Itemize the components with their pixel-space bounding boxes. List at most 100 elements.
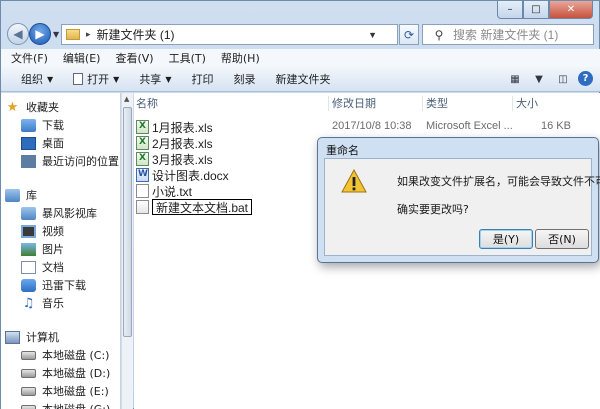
menu-help[interactable]: 帮助(H) — [221, 50, 260, 66]
nav-item-label: 本地磁盘 (D:) — [42, 367, 111, 380]
new-folder-button[interactable]: 新建文件夹 — [275, 71, 330, 87]
warning-icon — [341, 169, 367, 193]
no-button[interactable]: 否(N) — [535, 229, 589, 249]
nav-drive-c[interactable]: 本地磁盘 (C:) — [21, 346, 109, 364]
column-type-label: 类型 — [426, 97, 448, 110]
nav-item-pictures[interactable]: 图片 — [21, 240, 64, 258]
file-row[interactable]: 小说.txt — [134, 183, 192, 199]
nav-drive-d[interactable]: 本地磁盘 (D:) — [21, 364, 110, 382]
search-placeholder: 搜索 新建文件夹 (1) — [453, 28, 559, 42]
close-button[interactable]: ✕ — [549, 1, 593, 19]
nav-item-label: 视频 — [42, 225, 64, 238]
file-row[interactable]: 3月报表.xls — [134, 151, 213, 167]
open-button[interactable]: 打开 ▼ — [73, 71, 119, 87]
nav-item-xunlei-downloads[interactable]: 迅雷下载 — [21, 276, 86, 294]
yes-button[interactable]: 是(Y) — [479, 229, 533, 249]
forward-button[interactable]: ▶ — [29, 23, 51, 45]
navigation-scrollbar[interactable]: ▲ — [121, 93, 133, 409]
nav-item-videos[interactable]: 视频 — [21, 222, 64, 240]
menu-view[interactable]: 查看(V) — [115, 50, 153, 66]
file-modified: 2017/10/8 10:38 — [332, 120, 412, 132]
nav-item-recent-places[interactable]: 最近访问的位置 — [21, 152, 119, 170]
caret-down-icon: ▼ — [47, 74, 54, 84]
refresh-button[interactable]: ⟳ — [399, 24, 419, 45]
nav-item-label: 本地磁盘 (E:) — [42, 385, 109, 398]
nav-item-music[interactable]: ♫ 音乐 — [21, 294, 64, 312]
nav-favorites[interactable]: ★ 收藏夹 — [5, 98, 59, 116]
column-divider[interactable] — [328, 96, 329, 111]
nav-item-label: 本地磁盘 (G:) — [42, 401, 110, 409]
column-header-modified[interactable]: 修改日期 — [332, 93, 422, 113]
excel-file-icon — [136, 152, 149, 166]
scrollbar-thumb[interactable] — [123, 107, 132, 337]
nav-drive-e[interactable]: 本地磁盘 (E:) — [21, 382, 109, 400]
nav-item-baofeng-library[interactable]: 暴风影视库 — [21, 204, 97, 222]
search-icon: ⚲ — [434, 27, 444, 42]
file-row-renaming[interactable]: 新建文本文档.bat — [134, 199, 253, 215]
change-view-icon[interactable]: ▦ — [506, 71, 524, 88]
recent-pages-dropdown-icon[interactable]: ▼ — [53, 30, 59, 39]
nav-drive-g[interactable]: 本地磁盘 (G:) — [21, 400, 110, 409]
documents-icon — [21, 260, 36, 274]
computer-icon — [5, 330, 20, 344]
back-arrow-icon: ◀ — [13, 27, 23, 41]
toolbar-right: ▦ ▼ ◫ ? — [500, 71, 593, 88]
menu-edit[interactable]: 编辑(E) — [63, 50, 101, 66]
nav-item-label: 文档 — [42, 261, 64, 274]
path-separator-icon[interactable]: ▸ — [86, 29, 91, 40]
address-bar[interactable]: ▸ 新建文件夹 (1) ▼ — [61, 24, 398, 45]
rename-input[interactable]: 新建文本文档.bat — [152, 199, 253, 215]
column-size-label: 大小 — [516, 97, 538, 110]
print-label: 打印 — [191, 73, 214, 86]
nav-computer[interactable]: 计算机 — [5, 328, 59, 346]
rename-dialog: 重命名 如果改变文件扩展名，可能会导致文件不可用。 确实要更改吗? 是(Y) 否… — [317, 137, 600, 263]
menu-file[interactable]: 文件(F) — [11, 50, 48, 66]
burn-button[interactable]: 刻录 — [233, 71, 255, 87]
address-path[interactable]: 新建文件夹 (1) — [97, 26, 175, 43]
forward-arrow-icon: ▶ — [35, 27, 45, 41]
nav-item-label: 迅雷下载 — [42, 279, 86, 292]
file-row[interactable]: 1月报表.xls — [134, 119, 213, 135]
nav-libraries[interactable]: 库 — [5, 186, 37, 204]
minimize-button[interactable]: – — [497, 1, 523, 19]
share-button[interactable]: 共享 ▼ — [139, 71, 171, 87]
command-bar: 组织 ▼ 打开 ▼ 共享 ▼ 打印 刻录 新建文件夹 ▦ ▼ ◫ ? — [1, 67, 600, 92]
organize-button[interactable]: 组织 ▼ — [21, 71, 53, 87]
file-row[interactable]: 设计图表.docx — [134, 167, 229, 183]
column-header-name[interactable]: 名称 — [136, 93, 326, 113]
nav-item-downloads[interactable]: 下载 — [21, 116, 64, 134]
nav-item-desktop[interactable]: 桌面 — [21, 134, 64, 152]
view-dropdown-icon[interactable]: ▼ — [530, 71, 548, 88]
batch-file-icon — [136, 200, 149, 214]
back-button[interactable]: ◀ — [7, 23, 29, 45]
music-icon: ♫ — [22, 295, 35, 311]
search-input[interactable]: ⚲ 搜索 新建文件夹 (1) — [422, 24, 594, 45]
nav-item-label: 下载 — [42, 119, 64, 132]
print-button[interactable]: 打印 — [191, 71, 213, 87]
column-divider[interactable] — [512, 96, 513, 111]
caret-down-icon: ▼ — [113, 74, 120, 84]
caption-buttons: – □ ✕ — [497, 1, 593, 19]
column-header-type[interactable]: 类型 — [426, 93, 512, 113]
preview-pane-icon[interactable]: ◫ — [554, 71, 572, 88]
scroll-up-icon[interactable]: ▲ — [124, 95, 129, 103]
menu-tools[interactable]: 工具(T) — [169, 50, 206, 66]
column-name-label: 名称 — [136, 97, 158, 110]
nav-item-label: 本地磁盘 (C:) — [42, 349, 110, 362]
explorer-window: – □ ✕ ◀ ▶ ▼ ▸ 新建文件夹 (1) ▼ ⟳ ⚲ 搜索 新建文件夹 (… — [0, 0, 600, 409]
column-header-size[interactable]: 大小 — [516, 93, 576, 113]
nav-item-documents[interactable]: 文档 — [21, 258, 64, 276]
open-label: 打开 — [87, 73, 110, 86]
column-modified-label: 修改日期 — [332, 97, 376, 110]
file-name: 3月报表.xls — [152, 152, 213, 167]
column-divider[interactable] — [422, 96, 423, 111]
video-icon — [21, 224, 36, 238]
help-icon[interactable]: ? — [578, 71, 593, 86]
file-type: Microsoft Excel ... — [426, 120, 513, 132]
file-row[interactable]: 2月报表.xls — [134, 135, 213, 151]
address-row: ◀ ▶ ▼ ▸ 新建文件夹 (1) ▼ ⟳ ⚲ 搜索 新建文件夹 (1) — [1, 21, 600, 47]
nav-libraries-label: 库 — [26, 189, 37, 202]
maximize-button[interactable]: □ — [523, 1, 549, 19]
address-dropdown-icon[interactable]: ▼ — [368, 30, 377, 40]
nav-computer-label: 计算机 — [26, 331, 59, 344]
